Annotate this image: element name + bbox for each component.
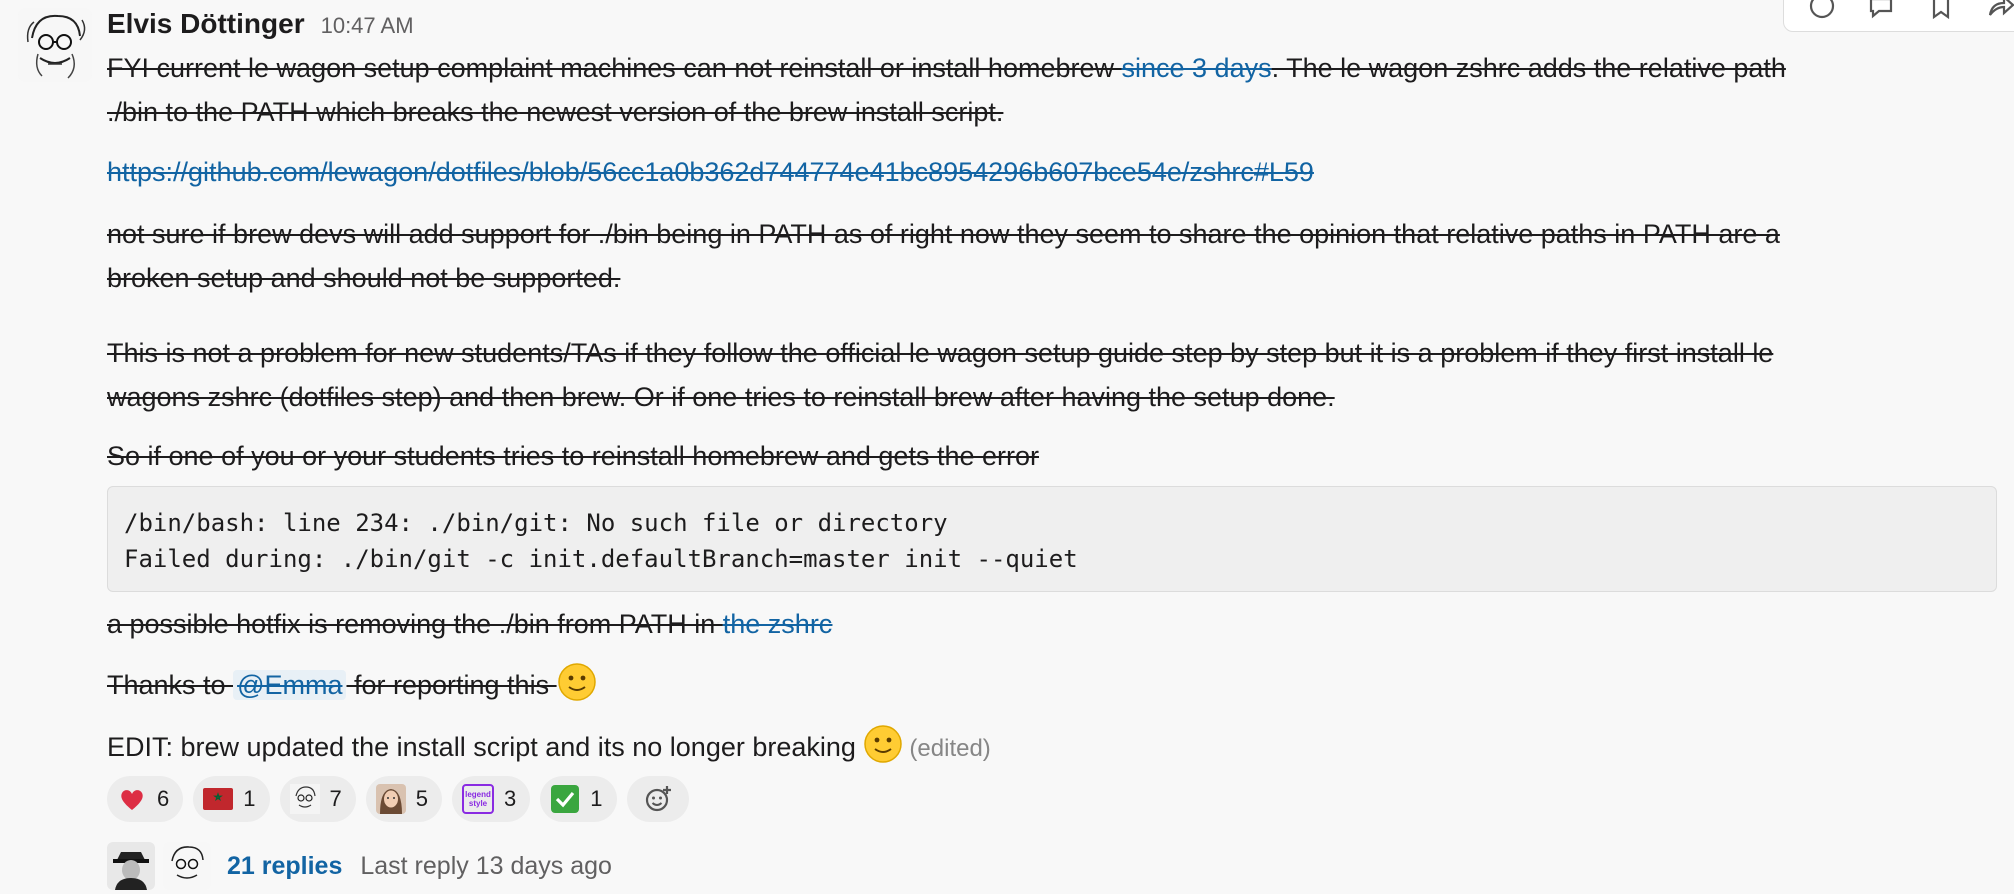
message-paragraph-4: This is not a problem for new students/T…	[107, 331, 1987, 419]
reaction-count: 5	[415, 786, 428, 811]
add-emoji-icon	[643, 784, 673, 814]
paragraph-text: wagons zshrc (dotfiles step) and then br…	[107, 382, 1335, 412]
morocco-flag-emoji-icon	[203, 784, 234, 814]
emoji-reaction-icon[interactable]	[1806, 0, 1838, 22]
paragraph-text: not sure if brew devs will add support f…	[107, 219, 1780, 249]
reaction-morocco-flag[interactable]: 1	[193, 776, 270, 822]
paragraph-text: . The le wagon zshrc adds the relative p…	[1271, 53, 1786, 83]
edited-label: (edited)	[909, 735, 991, 762]
message-paragraph-1: FYI current le wagon setup complaint mac…	[107, 46, 1987, 134]
message-header: Elvis Döttinger 10:47 AM	[107, 8, 414, 42]
thread-summary[interactable]: 21 replies Last reply 13 days ago	[107, 842, 612, 890]
reaction-heart[interactable]: 6	[107, 776, 184, 822]
emma-avatar-emoji-icon	[375, 784, 406, 814]
reaction-check-mark[interactable]: 1	[540, 776, 617, 822]
reaction-count: 3	[504, 786, 517, 811]
sender-avatar[interactable]	[18, 8, 92, 82]
paragraph-text: So if one of you or your students tries …	[107, 441, 1039, 471]
replies-count-link[interactable]: 21 replies	[227, 852, 342, 881]
reply-in-thread-icon[interactable]	[1865, 0, 1897, 22]
code-line: Failed during: ./bin/git -c init.default…	[124, 545, 1078, 573]
sender-name[interactable]: Elvis Döttinger	[107, 8, 305, 40]
reaction-count: 1	[590, 786, 603, 811]
message-paragraph-5: So if one of you or your students tries …	[107, 434, 1987, 478]
paragraph-text: for reporting this	[346, 670, 557, 700]
paragraph-text: EDIT: brew updated the install script an…	[107, 732, 864, 762]
reaction-legend-style[interactable]: legend style 3	[452, 776, 531, 822]
user-mention[interactable]: @Emma	[233, 670, 347, 700]
paragraph-text: FYI current le wagon setup complaint mac…	[107, 53, 1122, 83]
sketch-portrait-icon	[18, 8, 92, 82]
legend-style-emoji-icon: legend style	[462, 784, 494, 814]
message-paragraph-7: Thanks to @Emma for reporting this	[107, 662, 1987, 707]
since-3-days-link[interactable]: since 3 days	[1122, 53, 1272, 83]
check-mark-emoji-icon	[550, 784, 580, 814]
replier-avatar	[107, 842, 155, 890]
code-block[interactable]: /bin/bash: line 234: ./bin/git: No such …	[107, 486, 1997, 592]
reaction-elvis-avatar[interactable]: 7	[279, 776, 356, 822]
heart-emoji-icon	[117, 784, 147, 814]
slightly-smiling-face-emoji-icon	[863, 724, 903, 764]
sketch-portrait-icon	[163, 842, 211, 890]
reaction-count: 1	[243, 786, 256, 811]
github-zshrc-link[interactable]: https://github.com/lewagon/dotfiles/blob…	[107, 157, 1314, 187]
share-icon[interactable]	[1985, 0, 2014, 22]
zshrc-link[interactable]: the zshrc	[723, 609, 833, 639]
message-paragraph-6: a possible hotfix is removing the ./bin …	[107, 602, 1987, 646]
add-reaction-button[interactable]	[626, 776, 689, 822]
code-line: /bin/bash: line 234: ./bin/git: No such …	[124, 509, 948, 537]
message-timestamp[interactable]: 10:47 AM	[321, 13, 414, 39]
elvis-avatar-emoji-icon	[289, 784, 320, 814]
reaction-count: 7	[329, 786, 342, 811]
reaction-count: 6	[157, 786, 170, 811]
slightly-smiling-face-emoji-icon	[557, 662, 597, 702]
paragraph-text: Thanks to	[107, 670, 234, 700]
reaction-emma-avatar[interactable]: 5	[365, 776, 442, 822]
paragraph-text: This is not a problem for new students/T…	[107, 338, 1774, 368]
message-paragraph-2: https://github.com/lewagon/dotfiles/blob…	[107, 150, 1987, 194]
message-paragraph-3: not sure if brew devs will add support f…	[107, 212, 1987, 300]
last-reply-text: Last reply 13 days ago	[360, 851, 612, 880]
replier-avatar	[163, 842, 211, 890]
reactions-bar: 6 1 7 5 legend style 3 1	[107, 776, 689, 822]
paragraph-text: ./bin to the PATH which breaks the newes…	[107, 97, 1004, 127]
bookmark-icon[interactable]	[1925, 0, 1957, 22]
message-actions-toolbar	[1783, 0, 2014, 32]
message-paragraph-8: EDIT: brew updated the install script an…	[107, 724, 1987, 771]
paragraph-text: broken setup and should not be supported…	[107, 263, 621, 293]
man-with-hat-avatar-icon	[107, 842, 155, 890]
paragraph-text: a possible hotfix is removing the ./bin …	[107, 609, 723, 639]
